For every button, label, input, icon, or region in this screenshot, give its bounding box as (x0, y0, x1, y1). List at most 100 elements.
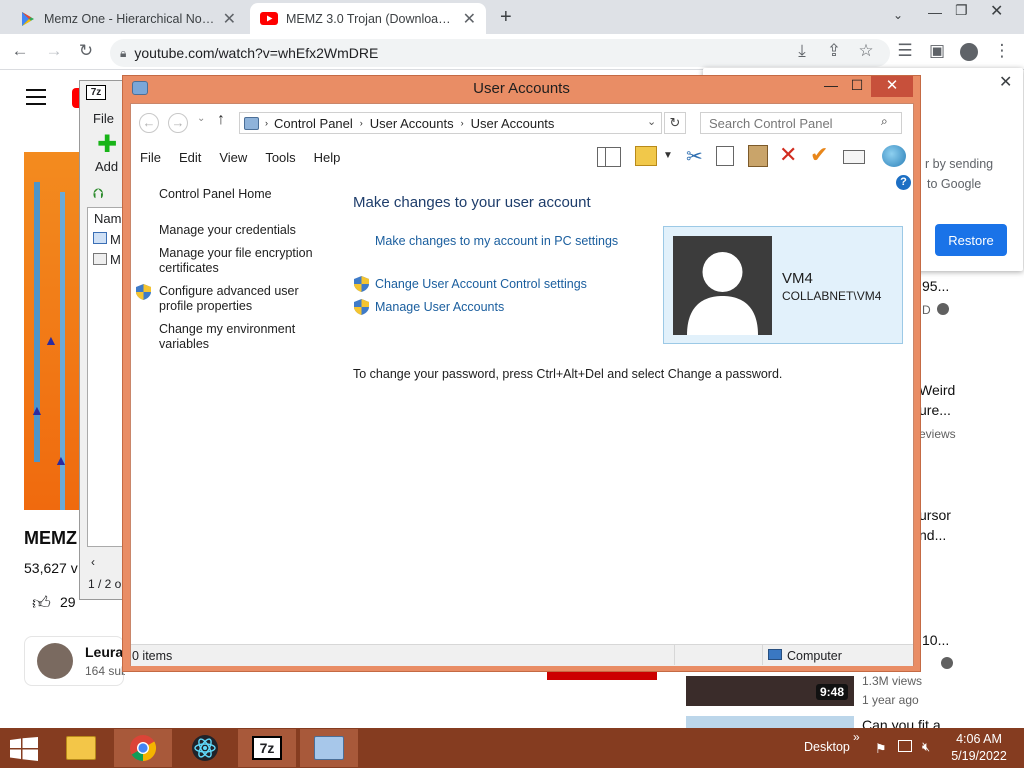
windows-start-icon[interactable] (10, 737, 38, 764)
file-encryption-link[interactable]: Manage your file encryption (159, 246, 313, 261)
minimize-icon[interactable]: — (928, 4, 942, 20)
control-panel-task[interactable] (300, 729, 358, 767)
pc-settings-link[interactable]: Make changes to my account in PC setting… (375, 234, 618, 248)
item-count: 0 items (132, 649, 173, 663)
menu-view[interactable]: View (210, 150, 256, 165)
manage-credentials-link[interactable]: Manage your credentials (159, 223, 296, 238)
sevenzip-file-menu[interactable]: File (93, 111, 114, 126)
rec-thumbnail[interactable] (686, 716, 854, 728)
file-row[interactable]: M (110, 252, 121, 267)
chrome-task[interactable] (114, 729, 172, 767)
rec-title-fragment[interactable]: 10... (922, 632, 949, 648)
add-icon[interactable]: ✚ (97, 133, 117, 157)
paste-icon[interactable] (748, 145, 768, 167)
advanced-profile-link-2[interactable]: profile properties (159, 299, 252, 314)
copy-icon[interactable] (716, 146, 734, 166)
media-icon[interactable]: ☰ (893, 41, 917, 61)
popup-close-icon[interactable]: ✕ (999, 72, 1012, 92)
share-icon[interactable]: ⇪ (822, 41, 846, 61)
window-maximize-icon[interactable]: ☐ (846, 77, 868, 97)
delete-icon[interactable]: ✕ (779, 142, 797, 168)
restore-button[interactable]: Restore (935, 224, 1007, 256)
file-encryption-link-2[interactable]: certificates (159, 261, 219, 276)
file-explorer-task[interactable] (52, 729, 110, 767)
rec-title-fragment[interactable]: ure... (919, 402, 951, 418)
manage-user-accounts-link[interactable]: Manage User Accounts (375, 300, 504, 314)
channel-name[interactable]: Leural (85, 644, 125, 660)
close-window-icon[interactable]: ✕ (990, 1, 1003, 21)
react-app-task[interactable] (176, 729, 234, 767)
restore-icon[interactable]: ❐ (955, 2, 968, 19)
like-icon[interactable]: 👍︎ (32, 592, 51, 614)
subscribe-button[interactable] (547, 672, 657, 680)
rec-title-fragment[interactable]: ursor (919, 507, 951, 523)
menu-help[interactable]: Help (305, 150, 350, 165)
channel-avatar[interactable] (37, 643, 73, 679)
network-icon[interactable] (898, 740, 912, 752)
preview-pane-icon[interactable] (597, 147, 621, 167)
tab-memz-one[interactable]: Memz One - Hierarchical Notepa ✕ (10, 3, 246, 34)
video-player[interactable]: ▲ ▲ ▲ (24, 152, 82, 510)
address-dropdown-icon[interactable]: ⌄ (647, 115, 656, 128)
help-icon[interactable]: ? (896, 175, 911, 190)
address-bar[interactable]: 🔒︎ youtube.com/watch?v=whEfx2WmDRE (110, 39, 890, 67)
window-close-icon[interactable]: ✕ (871, 76, 913, 97)
refresh-icon[interactable]: ↻ (664, 112, 686, 134)
clock-date[interactable]: 5/19/2022 (947, 749, 1011, 763)
check-icon[interactable]: ✔ (810, 142, 828, 168)
breadcrumb-item[interactable]: Control Panel (274, 116, 353, 131)
reload-icon[interactable]: ↻ (74, 41, 98, 61)
forward-nav-icon[interactable]: → (168, 113, 188, 133)
advanced-profile-link[interactable]: Configure advanced user (159, 284, 299, 299)
search-control-panel-input[interactable]: Search Control Panel (700, 112, 902, 134)
control-panel-home-link[interactable]: Control Panel Home (159, 187, 272, 202)
tab-search-icon[interactable]: ⌄ (893, 8, 903, 22)
chrome-icon (130, 735, 157, 762)
sevenzip-task[interactable]: 7z (238, 729, 296, 767)
rec-title-fragment[interactable]: Weird (919, 382, 955, 398)
menu-kebab-icon[interactable]: ⋮ (990, 41, 1014, 61)
cut-icon[interactable]: ✂ (686, 144, 703, 169)
back-icon[interactable]: ← (8, 41, 32, 61)
clock-time[interactable]: 4:06 AM (947, 732, 1011, 746)
up-icon[interactable]: ↑ (217, 111, 225, 129)
file-row[interactable]: M (110, 232, 121, 247)
recent-locations-icon[interactable]: ⌄ (197, 113, 205, 124)
menu-file[interactable]: File (131, 150, 170, 165)
breadcrumb-item[interactable]: User Accounts (471, 116, 555, 131)
environment-variables-link-2[interactable]: variables (159, 337, 209, 352)
star-icon[interactable]: ☆ (854, 41, 878, 61)
toolbar-overflow-icon[interactable]: » (853, 730, 860, 744)
new-tab-button[interactable]: + (500, 6, 512, 29)
hamburger-icon[interactable] (26, 89, 46, 105)
scroll-left-icon[interactable]: ‹ (91, 555, 95, 569)
breadcrumb-item[interactable]: User Accounts (370, 116, 454, 131)
action-center-flag-icon[interactable]: ⚑ (875, 741, 887, 757)
profile-avatar-icon[interactable] (960, 43, 978, 61)
side-panel-icon[interactable]: ▣ (925, 41, 949, 61)
volume-muted-icon[interactable]: 🔇︎ (922, 739, 930, 755)
forward-icon[interactable]: → (42, 41, 66, 61)
rec-title-fragment[interactable]: 95... (922, 278, 949, 294)
menu-tools[interactable]: Tools (256, 150, 304, 165)
environment-variables-link[interactable]: Change my environment (159, 322, 295, 337)
uac-settings-link[interactable]: Change User Account Control settings (375, 277, 587, 291)
properties-icon[interactable] (843, 150, 865, 164)
desktop-toolbar-label[interactable]: Desktop (804, 740, 850, 754)
search-icon[interactable]: ⌕ (881, 114, 888, 129)
tab-memz-trojan[interactable]: MEMZ 3.0 Trojan (Download) - Y ✕ (250, 3, 486, 34)
window-minimize-icon[interactable]: — (820, 77, 842, 97)
dropdown-icon[interactable]: ▼ (663, 150, 673, 161)
close-tab-icon[interactable]: ✕ (463, 9, 476, 29)
globe-icon[interactable] (882, 145, 906, 167)
menu-edit[interactable]: Edit (170, 150, 210, 165)
close-tab-icon[interactable]: ✕ (223, 9, 236, 29)
folder-options-icon[interactable] (635, 146, 657, 166)
rec-title-fragment[interactable]: nd... (919, 527, 946, 543)
address-breadcrumb[interactable]: › Control Panel › User Accounts › User A… (239, 112, 662, 134)
name-column-header[interactable]: Nam (94, 211, 121, 226)
sevenzip-status: 1 / 2 o (88, 577, 122, 591)
install-icon[interactable]: ⤓ (790, 41, 814, 61)
back-nav-icon[interactable]: ← (139, 113, 159, 133)
up-folder-icon[interactable]: ⮉ (93, 185, 104, 202)
